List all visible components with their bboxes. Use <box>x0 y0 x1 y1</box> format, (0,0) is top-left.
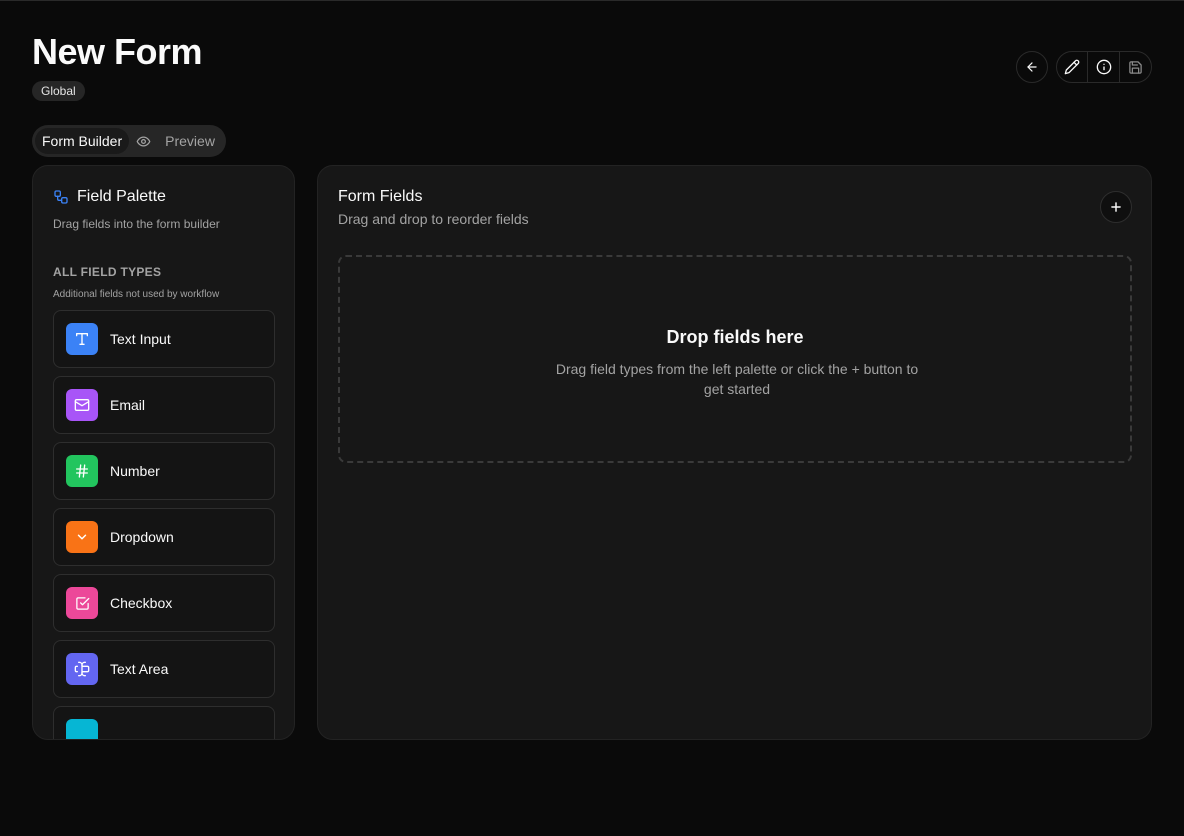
scope-badge: Global <box>32 81 85 101</box>
palette-title: Field Palette <box>77 188 166 205</box>
drop-zone-title: Drop fields here <box>666 327 804 347</box>
drop-zone-subtitle: Drag field types from the left palette o… <box>555 361 919 397</box>
chevron-down-icon <box>66 521 98 553</box>
field-item-text-input[interactable]: Text Input <box>53 310 275 368</box>
page-title: New Form <box>32 31 203 72</box>
field-item-checkbox[interactable]: Checkbox <box>53 574 275 632</box>
info-icon <box>1096 59 1111 75</box>
form-subtitle: Drag and drop to reorder fields <box>338 211 529 227</box>
workflow-icon <box>54 190 68 204</box>
section-subtitle: Additional fields not used by workflow <box>53 289 220 300</box>
text-icon <box>66 323 98 355</box>
field-item-label: Number <box>110 463 160 479</box>
palette-subtitle: Drag fields into the form builder <box>53 217 220 231</box>
tab-preview[interactable]: Preview <box>129 128 222 154</box>
hash-icon <box>66 455 98 487</box>
view-tabs: Form Builder Preview <box>32 125 226 157</box>
eye-icon <box>136 134 151 149</box>
field-icon <box>66 719 98 739</box>
field-item-label: Dropdown <box>110 529 174 545</box>
toolbar-button-group <box>1056 51 1152 83</box>
pencil-icon <box>1064 59 1080 75</box>
tab-form-builder[interactable]: Form Builder <box>35 128 130 154</box>
field-item-label: Email <box>110 397 146 413</box>
mail-icon <box>66 389 98 421</box>
form-fields-panel: Form Fields Drag and drop to reorder fie… <box>317 165 1152 740</box>
field-item-label: Text Input <box>110 331 171 347</box>
save-icon <box>1129 60 1142 74</box>
top-border <box>0 0 1184 1</box>
field-item-label: Text Area <box>110 661 169 677</box>
field-item-dropdown[interactable]: Dropdown <box>53 508 275 566</box>
edit-button[interactable] <box>1057 52 1089 82</box>
field-item-email[interactable]: Email <box>53 376 275 434</box>
section-title: ALL FIELD TYPES <box>53 265 162 279</box>
drop-zone[interactable]: Drop fields here Drag field types from t… <box>338 255 1132 463</box>
field-item-number[interactable]: Number <box>53 442 275 500</box>
info-button[interactable] <box>1088 52 1120 82</box>
arrow-left-icon <box>1027 62 1037 72</box>
checkbox-icon <box>66 587 98 619</box>
field-item-text-area[interactable]: Text Area <box>53 640 275 698</box>
field-type-list: Text Input Email Number Dropdown Checkbo… <box>53 310 275 739</box>
field-palette-panel: Field Palette Drag fields into the form … <box>32 165 295 740</box>
form-title: Form Fields <box>338 188 423 205</box>
textarea-icon <box>66 653 98 685</box>
plus-icon <box>1111 202 1121 212</box>
save-button[interactable] <box>1120 52 1151 82</box>
tab-preview-label: Preview <box>165 133 215 149</box>
back-button[interactable] <box>1016 51 1048 83</box>
field-item-partial[interactable] <box>53 706 275 739</box>
add-field-button[interactable] <box>1100 191 1132 223</box>
field-item-label: Checkbox <box>110 595 173 611</box>
palette-header: Field Palette <box>53 188 166 206</box>
